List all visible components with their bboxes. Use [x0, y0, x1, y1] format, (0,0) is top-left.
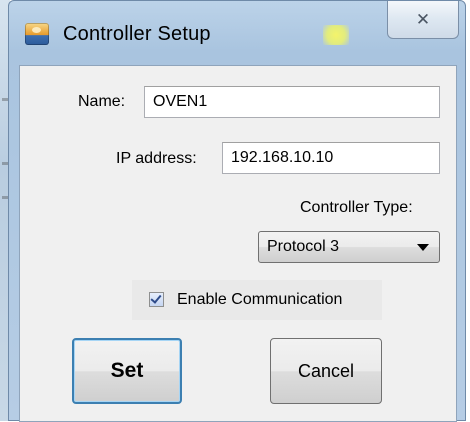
controller-type-dropdown[interactable]: Protocol 3: [258, 231, 440, 263]
chevron-down-icon: [417, 244, 429, 251]
enable-communication-checkbox[interactable]: [149, 292, 164, 307]
set-button[interactable]: Set: [72, 338, 182, 404]
controller-type-value: Protocol 3: [267, 238, 340, 255]
controller-setup-dialog: Controller Setup ✕ Name: OVEN1 IP addres…: [8, 0, 466, 422]
close-button[interactable]: ✕: [387, 1, 459, 39]
dialog-body: Name: OVEN1 IP address: 192.168.10.10 Co…: [19, 65, 457, 422]
cancel-button[interactable]: Cancel: [270, 338, 382, 404]
app-icon: [25, 23, 49, 45]
window-title: Controller Setup: [63, 23, 211, 45]
name-field[interactable]: OVEN1: [144, 86, 440, 118]
close-icon: ✕: [415, 9, 431, 29]
enable-communication-label[interactable]: Enable Communication: [177, 291, 342, 309]
title-highlight: [323, 25, 349, 45]
name-label: Name:: [78, 93, 126, 110]
ip-address-label: IP address:: [116, 150, 197, 167]
controller-type-label: Controller Type:: [300, 199, 413, 216]
ip-address-field[interactable]: 192.168.10.10: [222, 142, 440, 174]
enable-communication-row: Enable Communication: [132, 280, 382, 320]
title-bar[interactable]: Controller Setup ✕: [9, 1, 465, 65]
